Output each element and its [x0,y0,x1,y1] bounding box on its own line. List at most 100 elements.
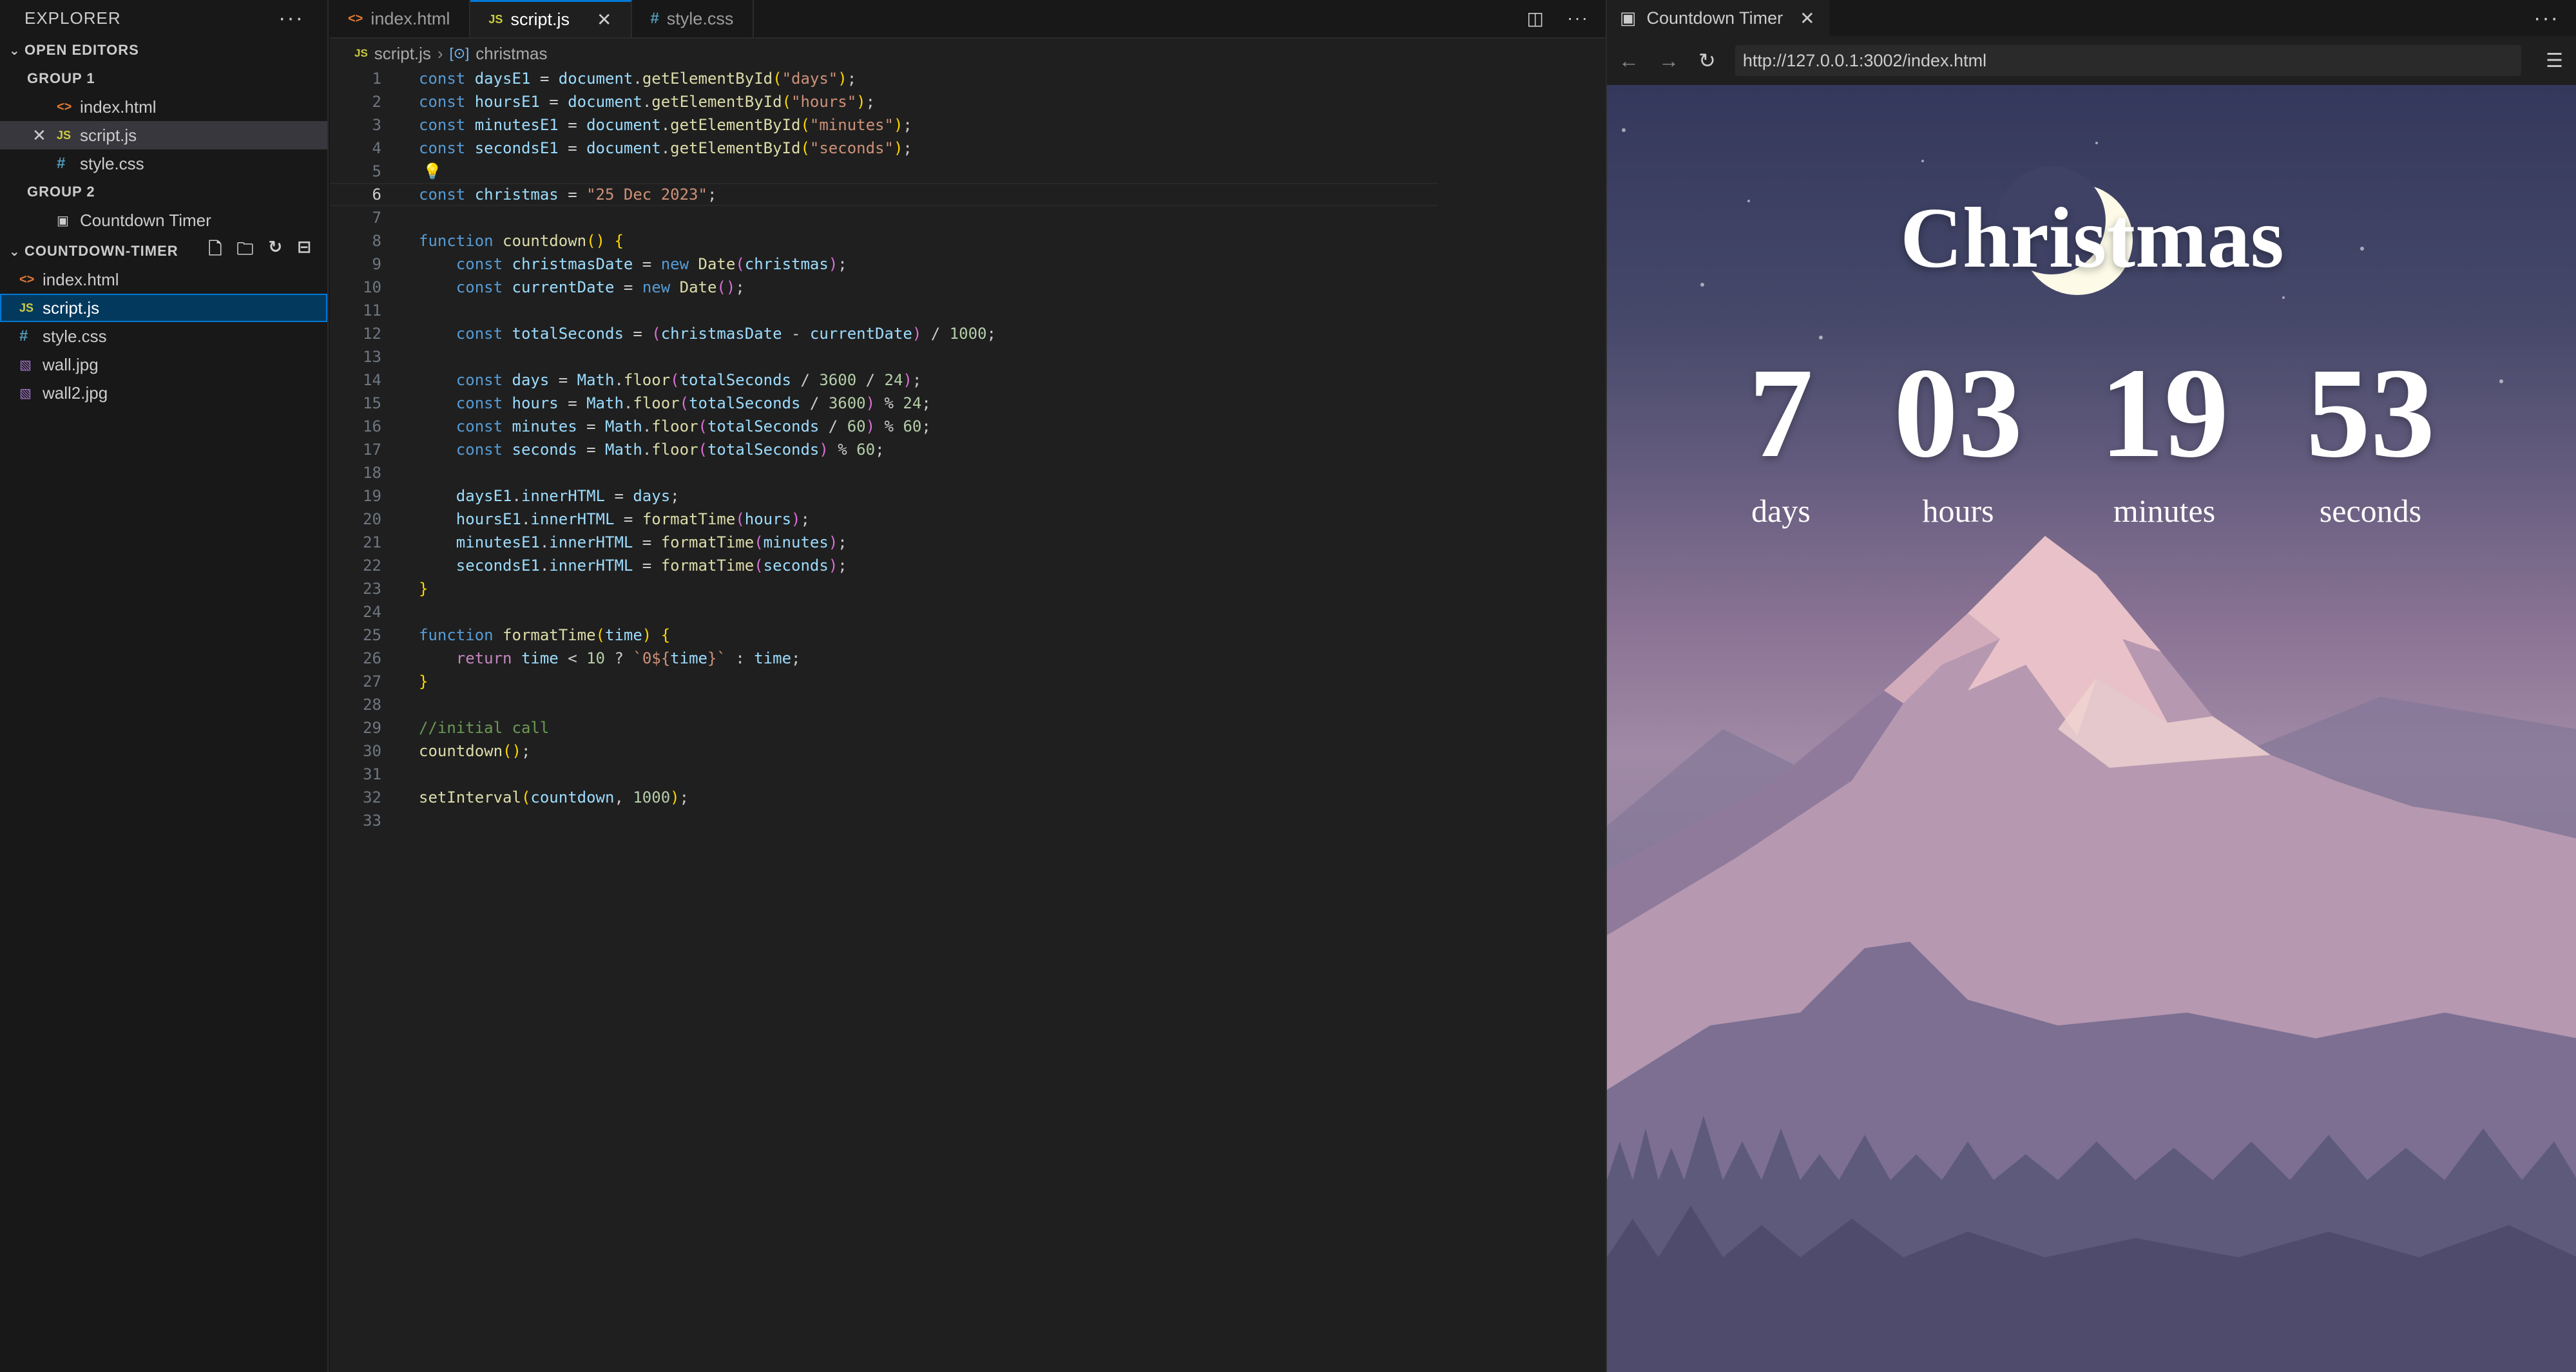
line-number: 11 [363,301,381,319]
code-line: 11 [330,299,1438,322]
line-number: 15 [363,394,381,412]
line-number: 1 [372,70,381,88]
hours-value: 03 [1894,342,2023,484]
tab-countdown-timer[interactable]: ▣ Countdown Timer ✕ [1607,0,1829,36]
code-line: 13 [330,345,1438,368]
group1-title[interactable]: GROUP 1 [0,64,327,93]
group2-title[interactable]: GROUP 2 [0,178,327,206]
preview-icon: ▣ [57,213,69,228]
url-input[interactable]: http://127.0.0.1:3002/index.html [1735,45,2522,76]
line-number: 6 [372,186,381,204]
preview-icon: ▣ [1620,8,1637,28]
reload-icon[interactable]: ↻ [1698,48,1716,73]
lightbulb-icon[interactable]: 💡 [381,162,442,180]
more-actions-icon[interactable]: ··· [1567,8,1589,28]
menu-icon[interactable]: ☰ [2546,50,2576,72]
open-editor-script-js[interactable]: ✕ JS script.js [0,121,327,149]
line-number: 25 [363,626,381,644]
days-label: days [1751,493,1811,529]
file-script-js[interactable]: JS script.js [0,294,327,322]
open-editor-countdown-timer[interactable]: ▣ Countdown Timer [0,206,327,234]
split-editor-icon[interactable]: ◫ [1527,8,1544,29]
breadcrumb-symbol[interactable]: christmas [476,44,547,64]
open-editor-index-html[interactable]: <> index.html [0,93,327,121]
back-icon[interactable]: ← [1619,49,1639,73]
code-line: 16 const minutes = Math.floor(totalSecon… [330,415,1438,438]
file-style-css[interactable]: # style.css [0,322,327,350]
project-section[interactable]: ⌄ COUNTDOWN-TIMER 🗋 🗀 ↻ ⊟ [0,237,327,265]
page-title: Christmas [1900,190,2284,285]
code-line: 8 function countdown() { [330,229,1438,252]
browser-tab-bar: ▣ Countdown Timer ✕ ··· [1607,0,2576,36]
collapse-icon[interactable]: ⊟ [297,237,312,265]
code-line: 27} [330,670,1438,693]
tab-label: Countdown Timer [1646,8,1783,28]
code-line: 29//initial call [330,716,1438,739]
minutes-value: 19 [2100,342,2229,484]
open-editor-label: style.css [80,153,144,173]
refresh-icon[interactable]: ↻ [268,237,283,265]
open-editor-style-css[interactable]: # style.css [0,149,327,178]
browser-nav-bar: ← → ↻ http://127.0.0.1:3002/index.html ☰ [1607,36,2576,85]
code-line: 10 const currentDate = new Date(); [330,276,1438,299]
code-line: 31 [330,763,1438,786]
line-number: 26 [363,649,381,667]
file-wall-jpg[interactable]: ▧ wall.jpg [0,350,327,379]
tab-script-js[interactable]: JS script.js ✕ [470,0,633,37]
file-index-html[interactable]: <> index.html [0,265,327,294]
close-icon[interactable]: ✕ [1800,8,1814,29]
open-editor-label: Countdown Timer [80,210,211,230]
code-line: 3 const minutesE1 = document.getElementBy… [330,113,1438,137]
breadcrumb-file[interactable]: script.js [374,44,431,64]
line-number: 31 [363,765,381,783]
code-line: 2 const hoursE1 = document.getElementById… [330,90,1438,113]
code-line: 15 const hours = Math.floor(totalSeconds… [330,392,1438,415]
image-file-icon: ▧ [19,386,32,401]
code-line: 24 [330,600,1438,624]
code-area[interactable]: 1 const daysE1 = document.getElementById(… [330,67,1438,832]
seconds-label: seconds [2319,493,2422,529]
html-file-icon: <> [348,11,363,26]
open-editors-section[interactable]: ⌄ OPEN EDITORS [0,36,327,64]
chevron-right-icon: › [437,43,443,63]
line-number: 20 [363,510,381,528]
code-line: 20 hoursE1.innerHTML = formatTime(hours)… [330,508,1438,531]
new-folder-icon[interactable]: 🗀 [236,237,254,265]
simple-browser: ▣ Countdown Timer ✕ ··· ← → ↻ http://127… [1606,0,2576,1372]
line-number: 14 [363,371,381,389]
code-line-current: 6 const christmas = "25 Dec 2023"; [330,183,1438,206]
code-line: 30 countdown(); [330,739,1438,763]
explorer-title: EXPLORER [24,8,121,28]
open-editor-label: index.html [80,97,157,117]
seconds-value: 53 [2306,342,2435,484]
code-line: 33 [330,809,1438,832]
new-file-icon[interactable]: 🗋 [208,237,222,265]
close-icon[interactable]: ✕ [597,9,611,30]
explorer-header: EXPLORER ··· [0,0,327,36]
more-actions-icon[interactable]: ··· [278,6,304,31]
more-actions-icon[interactable]: ··· [2533,6,2559,31]
js-file-icon: JS [57,128,72,142]
hours-label: hours [1922,493,1994,529]
line-number: 10 [363,278,381,296]
open-editor-label: script.js [80,125,137,145]
js-file-icon: JS [19,301,34,314]
file-wall2-jpg[interactable]: ▧ wall2.jpg [0,379,327,407]
code-line: 14 const days = Math.floor(totalSeconds … [330,368,1438,392]
minutes-label: minutes [2113,493,2216,529]
code-line: 18 [330,461,1438,484]
code-line: 21 minutesE1.innerHTML = formatTime(minu… [330,531,1438,554]
hours-counter: 03 hours [1861,349,2055,529]
image-file-icon: ▧ [19,357,32,372]
code-line: 17 const seconds = Math.floor(totalSecon… [330,438,1438,461]
close-icon[interactable]: ✕ [32,126,46,146]
tab-index-html[interactable]: <> index.html [330,0,471,37]
line-number: 8 [372,232,381,250]
file-label: index.html [43,269,119,289]
html-file-icon: <> [57,99,72,114]
page-viewport: Christmas 7 days 03 hours 19 minutes 53 … [1607,85,2576,1372]
forward-icon[interactable]: → [1658,49,1679,73]
days-counter: 7 days [1684,349,1878,529]
tab-style-css[interactable]: # style.css [632,0,755,37]
line-number: 16 [363,417,381,435]
